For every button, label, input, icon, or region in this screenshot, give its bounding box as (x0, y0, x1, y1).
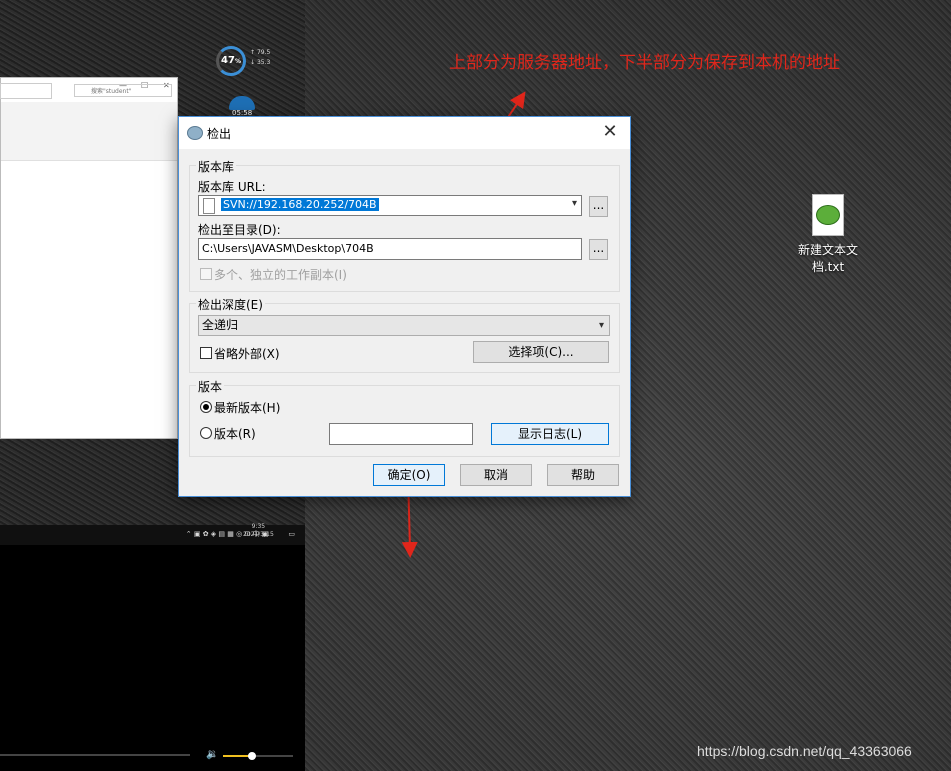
specific-revision-label: 版本(R) (214, 427, 256, 441)
multi-label: 多个、独立的工作副本(I) (214, 268, 347, 282)
chevron-down-icon[interactable]: ▾ (599, 316, 604, 335)
volume-icon[interactable]: 🔉 (206, 749, 218, 760)
specific-revision-radio[interactable] (200, 427, 212, 439)
chevron-down-icon[interactable]: ▾ (572, 198, 577, 209)
dir-label: 检出至目录(D): (198, 223, 281, 237)
text-file-icon (812, 194, 844, 236)
omit-externals-label: 省略外部(X) (214, 347, 280, 361)
revision-input[interactable] (329, 423, 473, 445)
explorer-ribbon (1, 102, 177, 161)
desktop-file-label: 新建文本文档.txt (797, 243, 858, 274)
head-revision-label: 最新版本(H) (214, 401, 281, 415)
page-icon (203, 198, 215, 214)
cancel-button[interactable]: 取消 (460, 464, 532, 486)
desktop-file-icon[interactable]: 新建文本文档.txt (790, 194, 866, 276)
depth-selected: 全递归 (202, 318, 239, 332)
multi-checkbox[interactable] (200, 268, 212, 280)
file-explorer-window[interactable]: — ☐ ✕ (0, 77, 178, 439)
net-up: 79.5 (256, 49, 271, 56)
system-monitor-gauge: 47% (216, 46, 246, 76)
browse-url-button[interactable]: ... (589, 196, 608, 217)
dialog-title: 检出 (207, 127, 232, 141)
tray-clock: 9:35 2021/3/15 (243, 523, 274, 539)
close-icon[interactable]: ✕ (598, 121, 622, 142)
media-control-bar: 🔉 (0, 746, 305, 771)
dir-input[interactable]: C:\Users\JAVASM\Desktop\704B (198, 238, 582, 260)
browse-dir-button[interactable]: ... (589, 239, 608, 260)
revision-group: 版本 (189, 378, 620, 457)
explorer-address-bar[interactable] (0, 83, 52, 99)
annotation-text: 上部分为服务器地址，下半部分为保存到本机的地址 (449, 53, 840, 73)
dialog-titlebar: 检出 ✕ (179, 117, 630, 149)
net-down: 35.3 (256, 59, 271, 66)
repository-legend: 版本库 (196, 158, 237, 175)
revision-legend: 版本 (196, 378, 225, 395)
checkout-dialog: 检出 ✕ 版本库 版本库 URL: SVN://192.168.20.252/7… (178, 116, 631, 497)
url-combo[interactable]: SVN://192.168.20.252/704B ▾ (198, 195, 582, 216)
tray-icons[interactable]: ⌃ ▣ ✿ ◈ ▤ ▦ ◎ ⊡ 中 ▣ ▭ (186, 529, 295, 539)
depth-legend: 检出深度(E) (196, 296, 265, 313)
tortoisesvn-overlay-icon (816, 205, 840, 225)
seek-bar[interactable] (0, 754, 190, 756)
omit-externals-checkbox[interactable] (200, 347, 212, 359)
tray-time: 9:35 (251, 523, 266, 530)
tortoise-icon (187, 126, 203, 140)
ok-button[interactable]: 确定(O) (373, 464, 445, 486)
watermark: https://blog.csdn.net/qq_43363066 (697, 743, 912, 759)
network-stats: ↑ 79.5 ↓ 35.3 (250, 49, 271, 66)
gauge-value: 47 (221, 55, 235, 66)
volume-slider[interactable] (223, 752, 293, 760)
head-revision-radio[interactable] (200, 401, 212, 413)
volume-knob[interactable] (248, 752, 256, 760)
depth-select[interactable]: 全递归 ▾ (198, 315, 610, 336)
url-label: 版本库 URL: (198, 180, 266, 194)
explorer-search-input[interactable]: 搜索"student" (74, 84, 172, 97)
show-log-button[interactable]: 显示日志(L) (491, 423, 609, 445)
help-button[interactable]: 帮助 (547, 464, 619, 486)
choose-items-button[interactable]: 选择项(C)... (473, 341, 609, 363)
tray-date: 2021/3/15 (243, 531, 274, 538)
gauge-unit: % (234, 58, 241, 65)
url-value: SVN://192.168.20.252/704B (221, 198, 379, 211)
